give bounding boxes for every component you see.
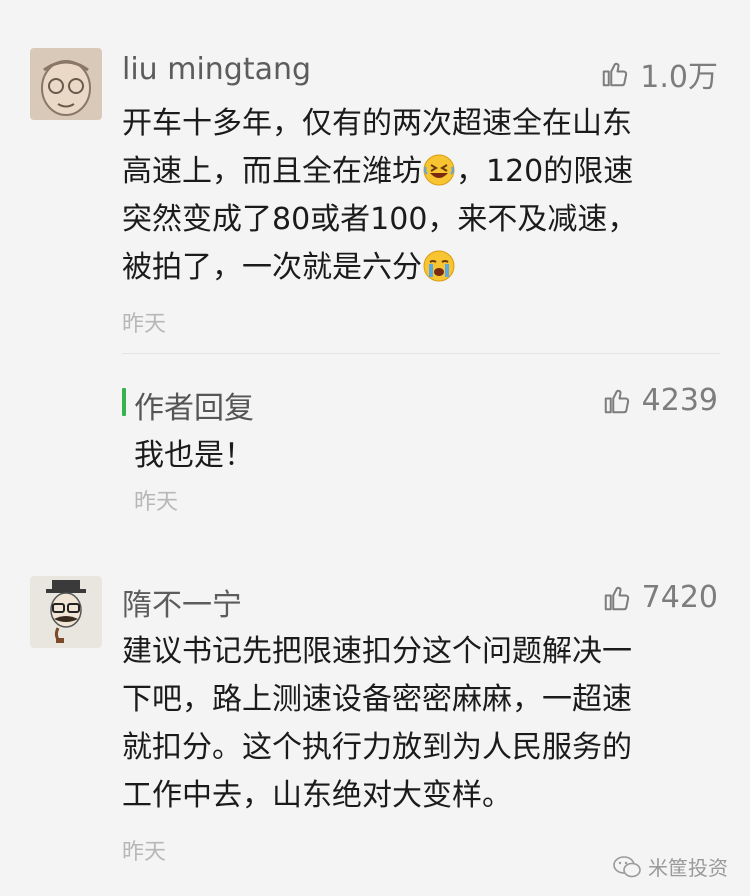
avatar-liu-mingtang[interactable] <box>30 48 102 120</box>
comment-line: 建议书记先把限速扣分这个问题解决一 <box>122 634 632 669</box>
comment-line-part: ，120的限速 <box>456 154 634 189</box>
avatar-portrait-icon <box>30 48 102 120</box>
grinning-squint-emoji-icon <box>423 154 455 186</box>
thumbs-up-icon <box>604 389 629 413</box>
author-reply-label: 作者回复 <box>134 391 254 426</box>
comment-line: 工作中去，山东绝对大变样。 <box>122 778 512 813</box>
comment-line: 就扣分。这个执行力放到为人民服务的 <box>122 730 632 765</box>
watermark: 米筐投资 <box>612 852 728 881</box>
reply-like-button[interactable]: 4239 <box>602 383 718 418</box>
comment-line: 下吧，路上测速设备密密麻麻，一超速 <box>122 682 632 717</box>
avatar-mustache-man-icon <box>30 576 102 648</box>
comment-author-name[interactable]: 隋不一宁 <box>122 580 242 624</box>
watermark-text: 米筐投资 <box>648 856 728 880</box>
comment-author-name[interactable]: liu mingtang <box>122 52 311 87</box>
comment-line: 高速上，而且全在潍坊 ，120的限速 <box>122 148 722 196</box>
wechat-icon <box>613 855 641 877</box>
comment-text: 建议书记先把限速扣分这个问题解决一 下吧，路上测速设备密密麻麻，一超速 就扣分。… <box>122 628 722 820</box>
comment-time: 昨天 <box>122 840 167 865</box>
author-reply-text: 我也是！ <box>134 438 254 473</box>
comment-line-part: 高速上，而且全在潍坊 <box>122 154 422 189</box>
reply-like-count: 4239 <box>641 383 718 418</box>
like-count: 7420 <box>641 580 718 615</box>
comment-time: 昨天 <box>122 312 167 337</box>
comment-line: 开车十多年，仅有的两次超速全在山东 <box>122 106 632 141</box>
reply-divider <box>122 353 720 354</box>
comment-text: 开车十多年，仅有的两次超速全在山东 高速上，而且全在潍坊 ，120的限速 突然变成… <box>122 100 722 292</box>
author-reply-marker <box>122 388 126 416</box>
comment-line: 突然变成了80或者100，来不及减速， <box>122 202 638 237</box>
avatar-sui-bu-yi-ning[interactable] <box>30 576 102 648</box>
like-button[interactable]: 7420 <box>602 580 718 615</box>
crying-emoji-icon <box>423 250 455 282</box>
comment-line-part: 被拍了，一次就是六分 <box>122 250 422 285</box>
thumbs-up-icon <box>604 586 629 610</box>
thumbs-up-icon <box>603 62 628 87</box>
like-button[interactable]: 1.0万 <box>600 52 718 96</box>
comment-line: 被拍了，一次就是六分 <box>122 244 722 292</box>
author-reply-time: 昨天 <box>134 490 179 515</box>
like-count: 1.0万 <box>640 60 718 95</box>
